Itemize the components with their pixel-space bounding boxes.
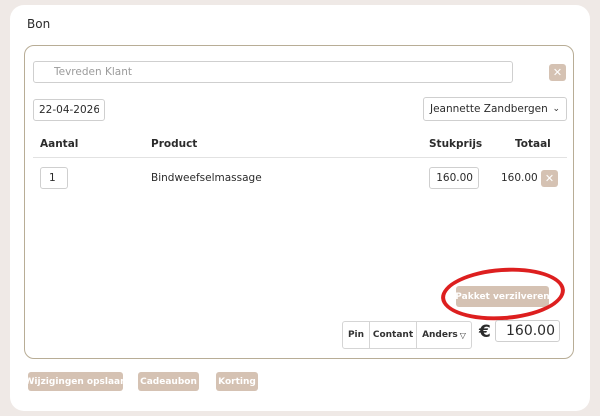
clear-customer-button[interactable]: ✕ (549, 64, 566, 81)
column-header-product: Product (151, 138, 198, 150)
payment-cash-button[interactable]: Contant (370, 322, 417, 348)
payment-other-dropdown[interactable]: Anders ▽ (417, 322, 471, 348)
payment-pin-label: Pin (347, 330, 365, 340)
save-changes-button[interactable]: Wijzigingen opslaan (24, 372, 127, 391)
unit-price-input[interactable] (429, 167, 479, 189)
date-field[interactable] (33, 99, 105, 121)
quantity-input[interactable] (40, 167, 68, 189)
payment-cash-label: Contant (372, 330, 414, 340)
total-amount-input[interactable] (495, 320, 560, 342)
column-header-total: Totaal (515, 138, 551, 150)
row-total: 160.00 (501, 172, 538, 184)
chevron-down-icon: ▽ (459, 330, 466, 340)
payment-method-group: Pin Contant Anders ▽ (342, 321, 472, 349)
column-header-unit-price: Stukprijs (429, 138, 483, 150)
column-header-qty: Aantal (40, 138, 79, 150)
gift-voucher-button[interactable]: Cadeaubon (138, 372, 199, 391)
receipt-card: ✕ Jeannette Zandbergen ⌄ Aantal Product … (24, 45, 574, 359)
payment-other-label: Anders (422, 330, 458, 340)
customer-search-input[interactable] (33, 61, 513, 83)
close-icon: ✕ (544, 172, 555, 185)
payment-pin-button[interactable]: Pin (343, 322, 370, 348)
currency-symbol: € (479, 322, 491, 342)
discount-button[interactable]: Korting (216, 372, 258, 391)
header-divider (33, 157, 567, 158)
redeem-package-button[interactable]: Pakket verzilveren (455, 286, 550, 307)
close-icon: ✕ (552, 66, 563, 79)
receipt-page: Bon ✕ Jeannette Zandbergen ⌄ Aantal Prod… (10, 5, 590, 411)
chevron-down-icon: ⌄ (552, 104, 560, 114)
page-title: Bon (27, 17, 51, 31)
remove-row-button[interactable]: ✕ (541, 170, 558, 187)
employee-select[interactable]: Jeannette Zandbergen ⌄ (423, 97, 567, 121)
employee-select-value: Jeannette Zandbergen (430, 103, 548, 115)
product-name: Bindweefselmassage (151, 172, 262, 184)
